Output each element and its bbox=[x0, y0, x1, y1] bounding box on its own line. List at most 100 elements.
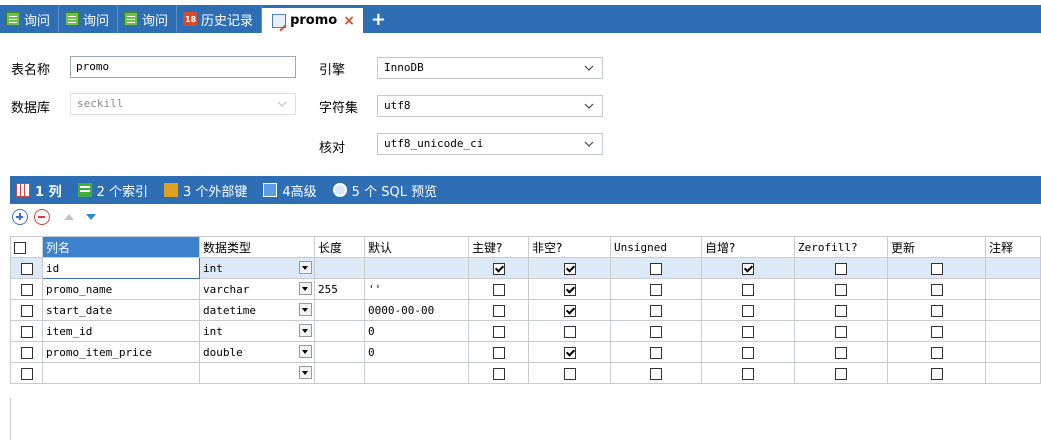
checkbox[interactable] bbox=[835, 304, 847, 317]
move-down-icon[interactable] bbox=[86, 214, 96, 220]
cell-default[interactable] bbox=[364, 362, 469, 384]
checkbox[interactable] bbox=[20, 304, 33, 317]
tab-query-3[interactable]: 询问 bbox=[118, 5, 178, 33]
cell-column-name[interactable]: id bbox=[42, 257, 200, 279]
table-row[interactable]: promo_item_price double 0 bbox=[10, 341, 1041, 363]
checkbox[interactable] bbox=[563, 262, 576, 275]
cell-data-type[interactable]: double bbox=[199, 341, 315, 363]
checkbox[interactable] bbox=[835, 325, 847, 338]
checkbox[interactable] bbox=[930, 304, 943, 317]
checkbox[interactable] bbox=[650, 346, 662, 359]
checkbox[interactable] bbox=[492, 304, 505, 317]
dropdown-arrow-icon[interactable] bbox=[299, 282, 312, 295]
checkbox[interactable] bbox=[835, 283, 847, 296]
cell-column-name[interactable]: promo_name bbox=[42, 278, 200, 300]
checkbox[interactable] bbox=[492, 367, 505, 380]
cell-update[interactable] bbox=[887, 257, 986, 279]
cell-primary-key[interactable] bbox=[468, 257, 529, 279]
collation-select[interactable]: utf8_unicode_ci bbox=[377, 133, 603, 155]
cell-default[interactable]: 0 bbox=[364, 341, 469, 363]
cell-update[interactable] bbox=[887, 362, 986, 384]
checkbox[interactable] bbox=[20, 346, 33, 359]
column-header-comment[interactable]: 注释 bbox=[985, 236, 1041, 258]
cell-update[interactable] bbox=[887, 320, 986, 342]
cell-length[interactable] bbox=[314, 299, 365, 321]
cell-comment[interactable] bbox=[985, 299, 1041, 321]
cell-auto-increment[interactable] bbox=[701, 299, 795, 321]
checkbox[interactable] bbox=[563, 304, 576, 317]
dropdown-arrow-icon[interactable] bbox=[299, 303, 312, 316]
tab-indexes[interactable]: 2 个索引 bbox=[72, 176, 158, 204]
checkbox[interactable] bbox=[930, 283, 943, 296]
cell-unsigned[interactable] bbox=[610, 299, 702, 321]
column-header-length[interactable]: 长度 bbox=[314, 236, 365, 258]
cell-length[interactable] bbox=[314, 320, 365, 342]
table-row[interactable]: id int bbox=[10, 257, 1041, 279]
checkbox[interactable] bbox=[492, 325, 505, 338]
checkbox[interactable] bbox=[563, 367, 576, 380]
cell-column-name[interactable]: promo_item_price bbox=[42, 341, 200, 363]
checkbox[interactable] bbox=[835, 346, 847, 359]
cell-length[interactable] bbox=[314, 341, 365, 363]
checkbox[interactable] bbox=[492, 346, 505, 359]
charset-select[interactable]: utf8 bbox=[377, 95, 603, 117]
checkbox[interactable] bbox=[20, 325, 33, 338]
cell-data-type[interactable]: datetime bbox=[199, 299, 315, 321]
checkbox[interactable] bbox=[930, 367, 943, 380]
column-header-unsigned[interactable]: Unsigned bbox=[610, 236, 702, 258]
cell-zerofill[interactable] bbox=[794, 299, 888, 321]
dropdown-arrow-icon[interactable] bbox=[299, 345, 312, 358]
cell-unsigned[interactable] bbox=[610, 278, 702, 300]
cell-update[interactable] bbox=[887, 341, 986, 363]
tab-advanced[interactable]: 4高级 bbox=[257, 176, 326, 204]
checkbox[interactable] bbox=[20, 262, 33, 275]
tab-sql-preview[interactable]: 5 个 SQL 预览 bbox=[327, 176, 447, 204]
cell-not-null[interactable] bbox=[528, 278, 611, 300]
checkbox[interactable] bbox=[930, 325, 943, 338]
checkbox[interactable] bbox=[563, 325, 576, 338]
cell-column-name[interactable] bbox=[42, 362, 200, 384]
cell-auto-increment[interactable] bbox=[701, 362, 795, 384]
add-column-button[interactable] bbox=[12, 209, 28, 225]
column-header-name[interactable]: 列名 bbox=[42, 236, 200, 258]
row-select-checkbox[interactable] bbox=[10, 341, 43, 363]
row-select-checkbox[interactable] bbox=[10, 299, 43, 321]
cell-update[interactable] bbox=[887, 299, 986, 321]
checkbox[interactable] bbox=[835, 262, 847, 275]
column-header-update[interactable]: 更新 bbox=[887, 236, 986, 258]
checkbox[interactable] bbox=[930, 346, 943, 359]
table-row[interactable]: promo_name varchar 255 '' bbox=[10, 278, 1041, 300]
checkbox[interactable] bbox=[650, 283, 662, 296]
cell-zerofill[interactable] bbox=[794, 320, 888, 342]
cell-comment[interactable] bbox=[985, 257, 1041, 279]
dropdown-arrow-icon[interactable] bbox=[299, 366, 312, 379]
cell-auto-increment[interactable] bbox=[701, 257, 795, 279]
cell-zerofill[interactable] bbox=[794, 362, 888, 384]
cell-unsigned[interactable] bbox=[610, 320, 702, 342]
cell-not-null[interactable] bbox=[528, 299, 611, 321]
table-row[interactable]: start_date datetime 0000-00-00 bbox=[10, 299, 1041, 321]
select-all-checkbox[interactable] bbox=[10, 236, 43, 258]
dropdown-arrow-icon[interactable] bbox=[299, 324, 312, 337]
column-header-zerofill[interactable]: Zerofill? bbox=[794, 236, 888, 258]
cell-default[interactable]: '' bbox=[364, 278, 469, 300]
checkbox[interactable] bbox=[563, 283, 576, 296]
checkbox[interactable] bbox=[492, 262, 505, 275]
engine-select[interactable]: InnoDB bbox=[377, 57, 603, 79]
cell-update[interactable] bbox=[887, 278, 986, 300]
cell-comment[interactable] bbox=[985, 278, 1041, 300]
checkbox[interactable] bbox=[20, 367, 33, 380]
cell-not-null[interactable] bbox=[528, 320, 611, 342]
cell-primary-key[interactable] bbox=[468, 299, 529, 321]
cell-auto-increment[interactable] bbox=[701, 320, 795, 342]
cell-zerofill[interactable] bbox=[794, 341, 888, 363]
row-select-checkbox[interactable] bbox=[10, 257, 43, 279]
tab-promo[interactable]: promo × bbox=[262, 8, 363, 33]
cell-comment[interactable] bbox=[985, 341, 1041, 363]
checkbox[interactable] bbox=[20, 283, 33, 296]
cell-data-type[interactable]: varchar bbox=[199, 278, 315, 300]
cell-primary-key[interactable] bbox=[468, 320, 529, 342]
tab-columns[interactable]: 1 列 bbox=[10, 176, 72, 204]
table-row[interactable] bbox=[10, 362, 1041, 384]
close-icon[interactable]: × bbox=[343, 13, 355, 29]
